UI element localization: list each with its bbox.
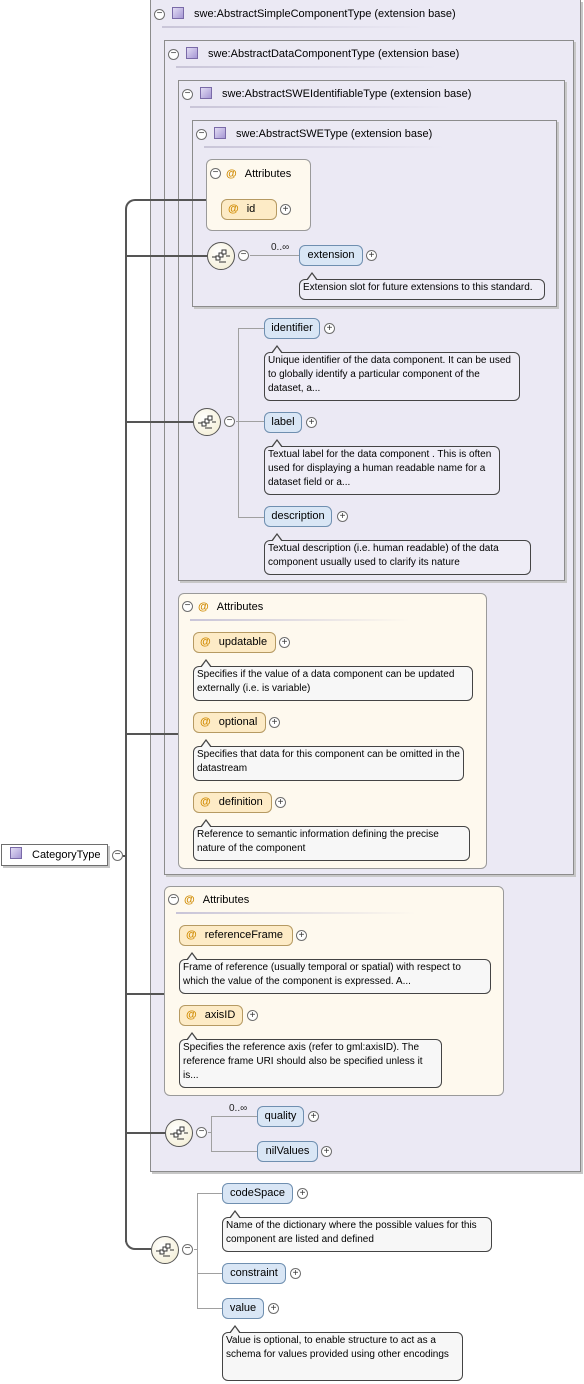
- sequence-glyphs: [155, 249, 231, 1257]
